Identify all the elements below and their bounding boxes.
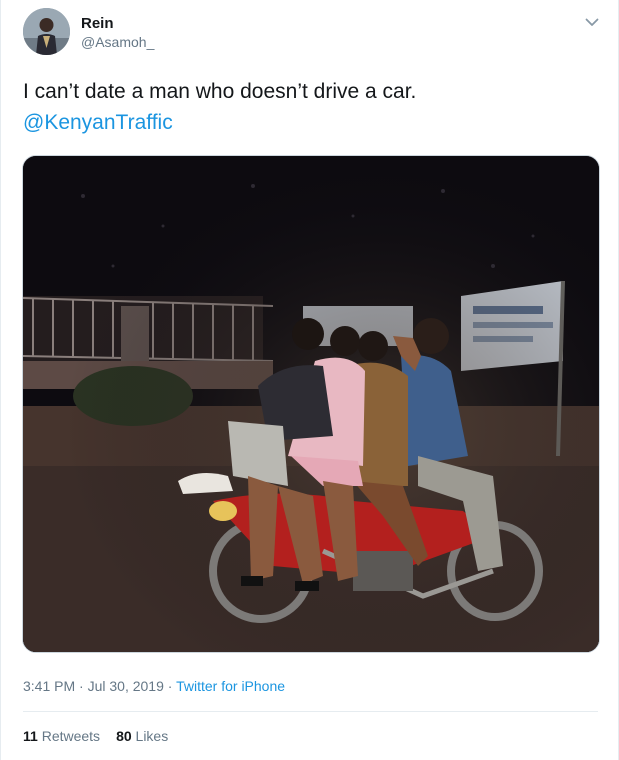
meta-separator: · [163,678,177,694]
author-name[interactable]: Rein [81,15,114,32]
likes-count: 80 [116,728,132,744]
tweet-stats: 11 Retweets 80 Likes [23,728,168,744]
tweet-body: I can’t date a man who doesn’t drive a c… [23,80,417,103]
tweet-card: Rein @Asamoh_ I can’t date a man who doe… [0,0,619,760]
tweet-date[interactable]: Jul 30, 2019 [88,678,164,694]
tweet-text: I can’t date a man who doesn’t drive a c… [23,76,593,138]
tweet-photo[interactable] [22,155,600,653]
retweets-stat[interactable]: 11 Retweets [23,728,100,744]
tweet-timestamp: 3:41 PM · Jul 30, 2019 · Twitter for iPh… [23,678,285,694]
tweet-source-link[interactable]: Twitter for iPhone [176,678,285,694]
likes-stat[interactable]: 80 Likes [116,728,168,744]
meta-separator: · [75,678,88,694]
mention-link[interactable]: @KenyanTraffic [23,107,593,138]
likes-label: Likes [135,728,169,744]
divider [23,711,598,712]
chevron-down-icon[interactable] [583,13,601,31]
author-handle[interactable]: @Asamoh_ [81,34,154,50]
avatar[interactable] [23,8,70,55]
retweets-count: 11 [23,728,38,744]
retweets-label: Retweets [41,728,101,744]
tweet-time[interactable]: 3:41 PM [23,678,75,694]
